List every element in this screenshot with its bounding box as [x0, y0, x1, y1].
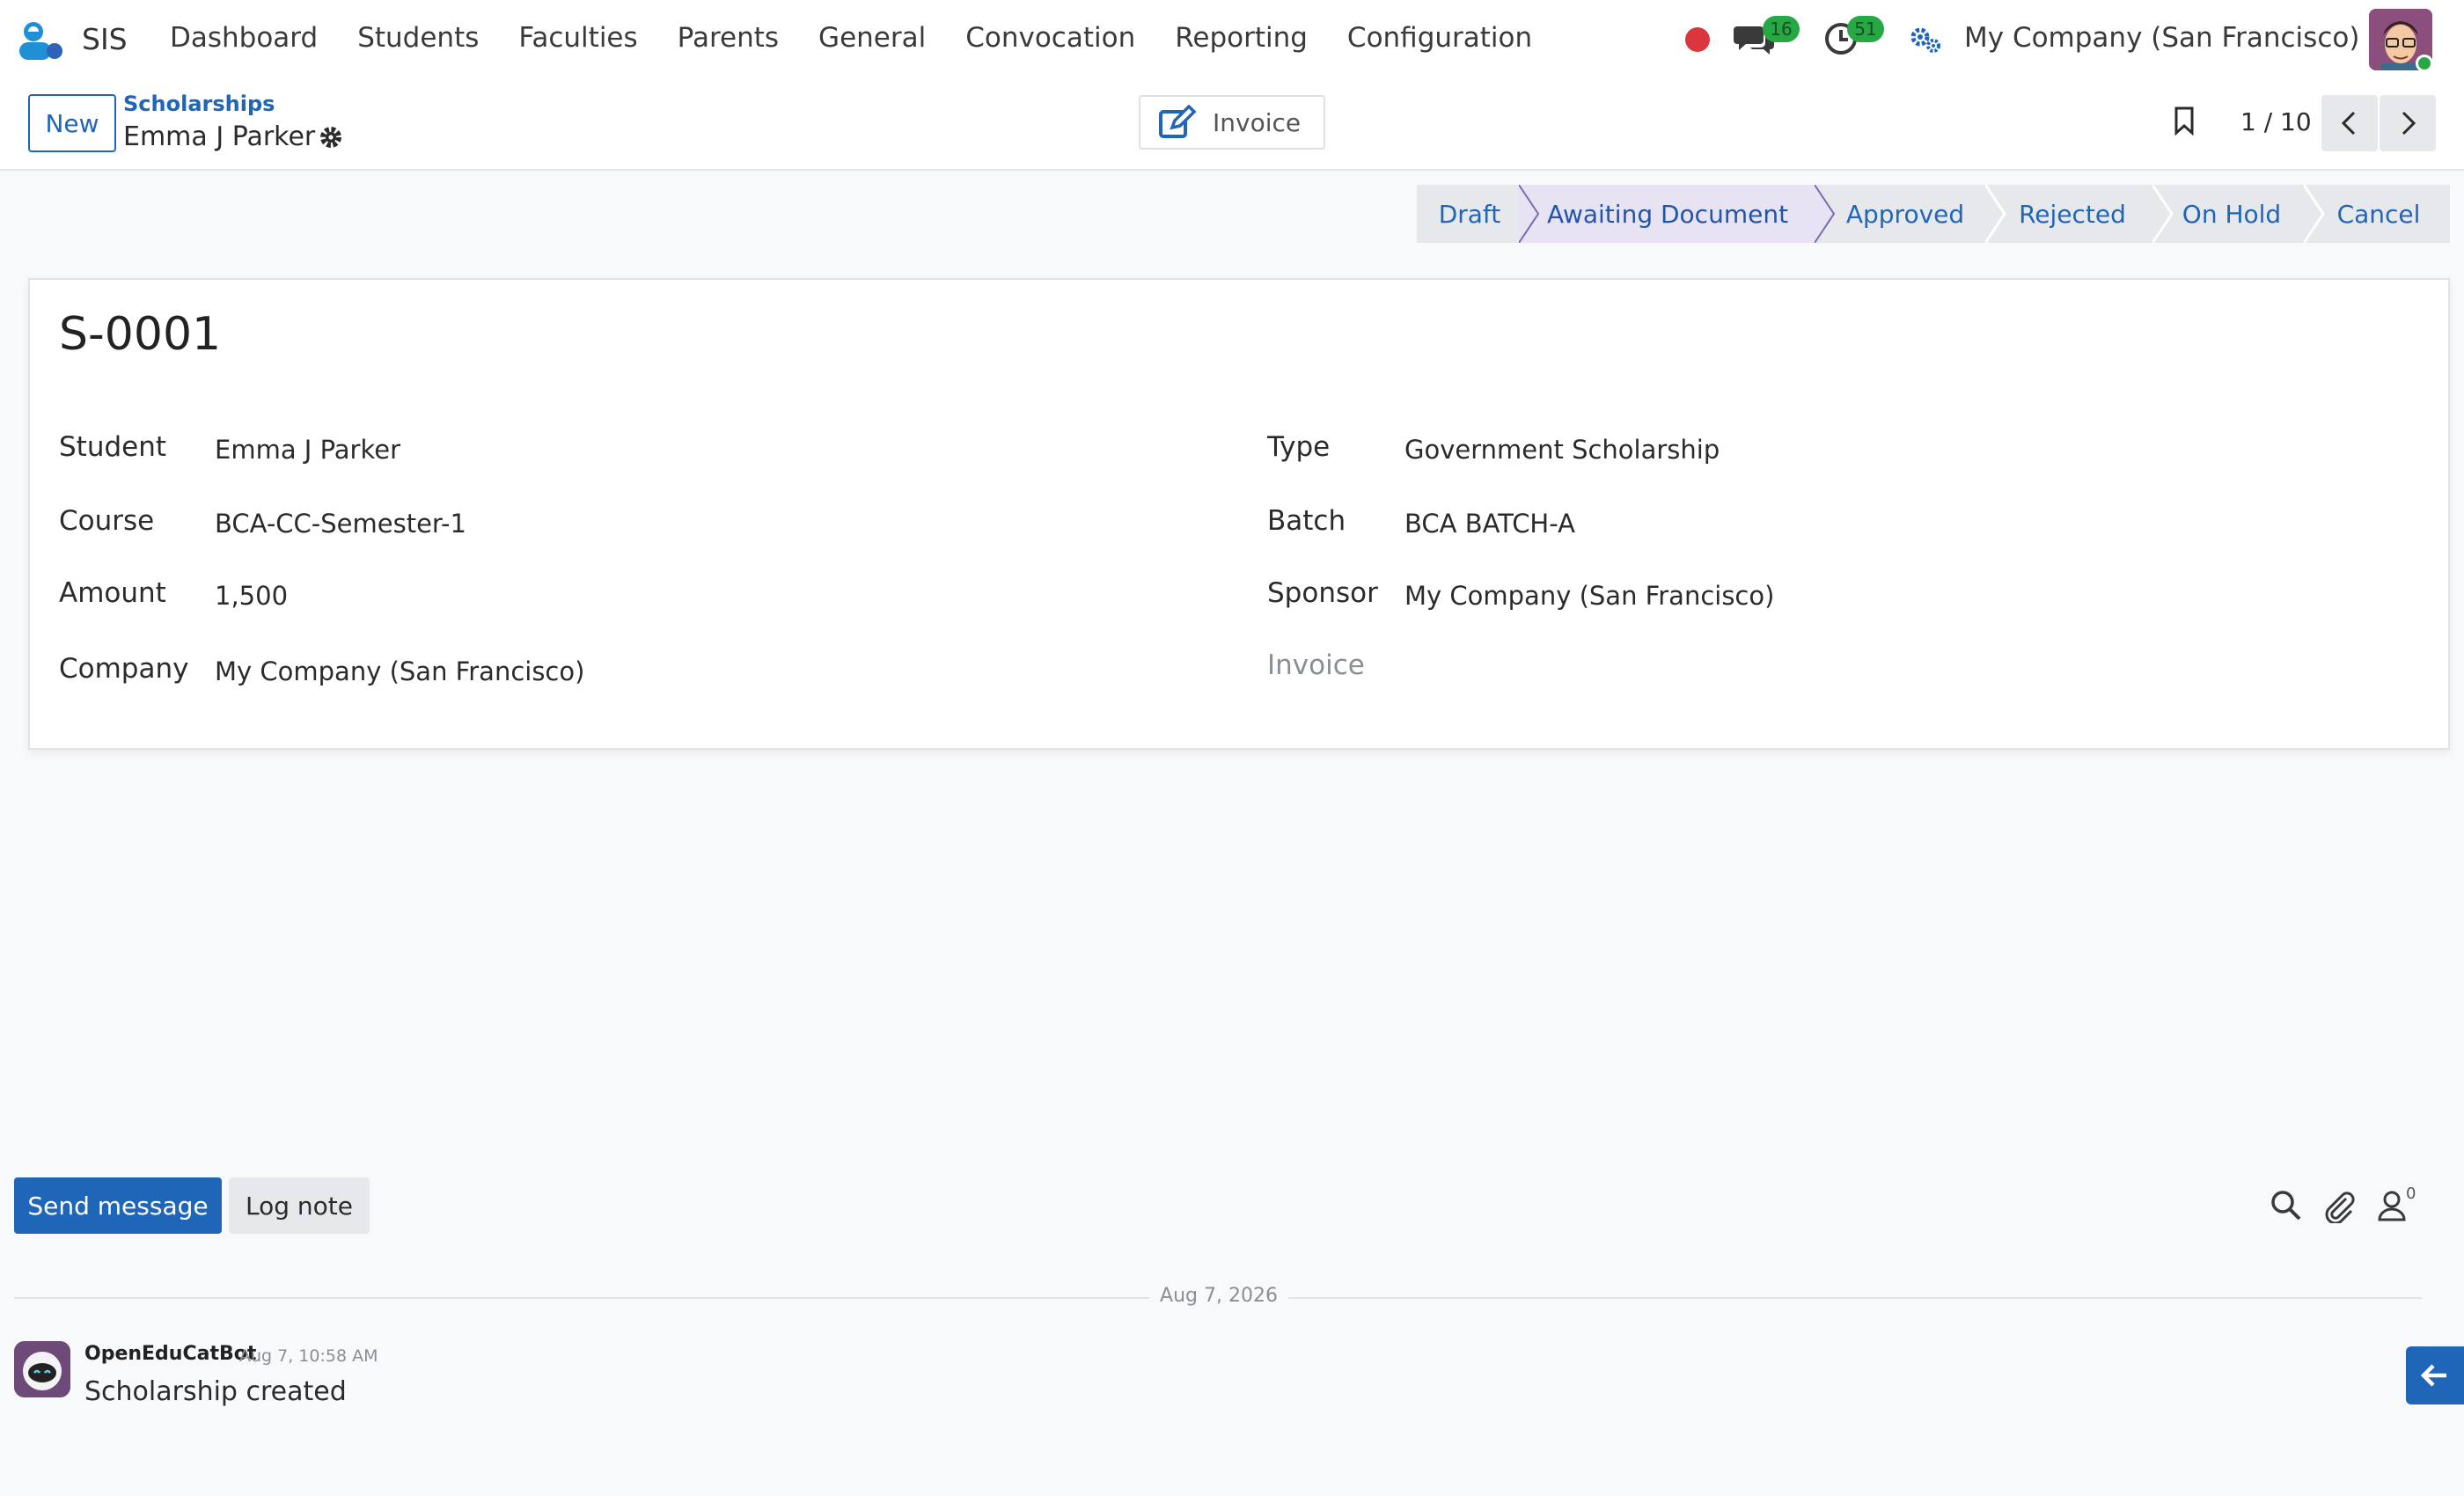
- sponsor-field[interactable]: My Company (San Francisco): [1404, 581, 1774, 611]
- date-divider-label: Aug 7, 2026: [1160, 1285, 1278, 1307]
- chevron-right-icon: [2402, 111, 2416, 136]
- bookmark-icon[interactable]: [2172, 106, 2196, 136]
- stage-on-hold[interactable]: On Hold: [2156, 185, 2307, 243]
- message-author[interactable]: OpenEduCatBot: [84, 1343, 256, 1365]
- company-switcher[interactable]: My Company (San Francisco): [1964, 22, 2359, 54]
- breadcrumb-current-record: Emma J Parker: [123, 121, 316, 152]
- app-logo-icon[interactable]: [16, 19, 65, 63]
- invoice-button[interactable]: Invoice: [1139, 95, 1325, 150]
- date-divider-line: [14, 1297, 1149, 1299]
- chevron-left-icon: [2341, 111, 2356, 136]
- main-menu: Dashboard Students Faculties Parents Gen…: [170, 22, 1572, 54]
- student-field[interactable]: Emma J Parker: [215, 435, 400, 465]
- menu-item-students[interactable]: Students: [357, 22, 479, 54]
- log-note-button[interactable]: Log note: [229, 1177, 370, 1234]
- stage-awaiting-document[interactable]: Awaiting Document: [1522, 185, 1822, 243]
- menu-item-configuration[interactable]: Configuration: [1347, 22, 1532, 54]
- stage-separator: [1815, 185, 1836, 243]
- top-navbar: SIS Dashboard Students Faculties Parents…: [0, 0, 2464, 79]
- settings-icon[interactable]: [1910, 25, 1941, 55]
- course-label: Course: [59, 505, 155, 537]
- amount-field[interactable]: 1,500: [215, 581, 288, 611]
- menu-item-reporting[interactable]: Reporting: [1175, 22, 1308, 54]
- status-bar: Draft Awaiting Document Approved Rejecte…: [1417, 185, 2450, 243]
- stage-separator: [2152, 185, 2174, 243]
- collapse-chatter-button[interactable]: [2406, 1346, 2464, 1404]
- stage-cancel[interactable]: Cancel: [2307, 185, 2450, 243]
- breadcrumb-scholarships[interactable]: Scholarships: [123, 92, 275, 116]
- company-field[interactable]: My Company (San Francisco): [215, 656, 584, 686]
- app-name[interactable]: SIS: [82, 22, 128, 56]
- menu-item-parents[interactable]: Parents: [678, 22, 779, 54]
- stage-separator: [1985, 185, 2006, 243]
- bot-avatar[interactable]: [14, 1341, 70, 1397]
- activities-count-badge: 51: [1847, 16, 1884, 42]
- stage-draft[interactable]: Draft: [1417, 185, 1522, 243]
- message-body: Scholarship created: [84, 1376, 347, 1407]
- record-title[interactable]: S-0001: [59, 308, 221, 361]
- message-timestamp: Aug 7, 10:58 AM: [239, 1346, 378, 1366]
- stage-approved[interactable]: Approved: [1822, 185, 1989, 243]
- amount-label: Amount: [59, 577, 166, 609]
- search-icon[interactable]: [2269, 1188, 2304, 1223]
- new-button[interactable]: New: [28, 94, 116, 152]
- stage-separator: [2304, 185, 2325, 243]
- company-label: Company: [59, 653, 189, 685]
- pager-previous-button[interactable]: [2321, 95, 2378, 151]
- record-indicator-icon[interactable]: [1685, 27, 1710, 52]
- send-message-button[interactable]: Send message: [14, 1177, 222, 1234]
- course-field[interactable]: BCA-CC-Semester-1: [215, 509, 466, 539]
- type-label: Type: [1267, 431, 1331, 463]
- online-status-dot: [2416, 55, 2433, 72]
- menu-item-dashboard[interactable]: Dashboard: [170, 22, 318, 54]
- form-sheet: S-0001 Student Emma J Parker Course BCA-…: [28, 278, 2450, 750]
- user-icon[interactable]: [2374, 1188, 2409, 1223]
- menu-item-faculties[interactable]: Faculties: [518, 22, 637, 54]
- edit-icon: [1159, 105, 1197, 138]
- followers-count: 0: [2406, 1184, 2416, 1203]
- sponsor-label: Sponsor: [1267, 577, 1378, 609]
- stage-separator: [1519, 185, 1540, 243]
- student-label: Student: [59, 431, 167, 463]
- messages-count-badge: 16: [1763, 16, 1800, 42]
- gear-icon[interactable]: [319, 125, 343, 150]
- invoice-field[interactable]: [1404, 653, 1756, 685]
- arrow-left-icon: [2421, 1364, 2446, 1387]
- paperclip-icon[interactable]: [2321, 1188, 2357, 1223]
- pager-value[interactable]: 1 / 10: [2240, 107, 2312, 136]
- batch-field[interactable]: BCA BATCH-A: [1404, 509, 1575, 539]
- invoice-label: Invoice: [1267, 649, 1365, 681]
- pager-next-button[interactable]: [2380, 95, 2436, 151]
- stage-rejected[interactable]: Rejected: [1989, 185, 2156, 243]
- type-field[interactable]: Government Scholarship: [1404, 435, 1720, 465]
- invoice-button-label: Invoice: [1213, 107, 1302, 137]
- date-divider-line: [1288, 1297, 2422, 1299]
- menu-item-convocation[interactable]: Convocation: [965, 22, 1135, 54]
- control-panel: New Scholarships Emma J Parker Invoice 1…: [0, 79, 2464, 171]
- batch-label: Batch: [1267, 505, 1346, 537]
- menu-item-general[interactable]: General: [818, 22, 926, 54]
